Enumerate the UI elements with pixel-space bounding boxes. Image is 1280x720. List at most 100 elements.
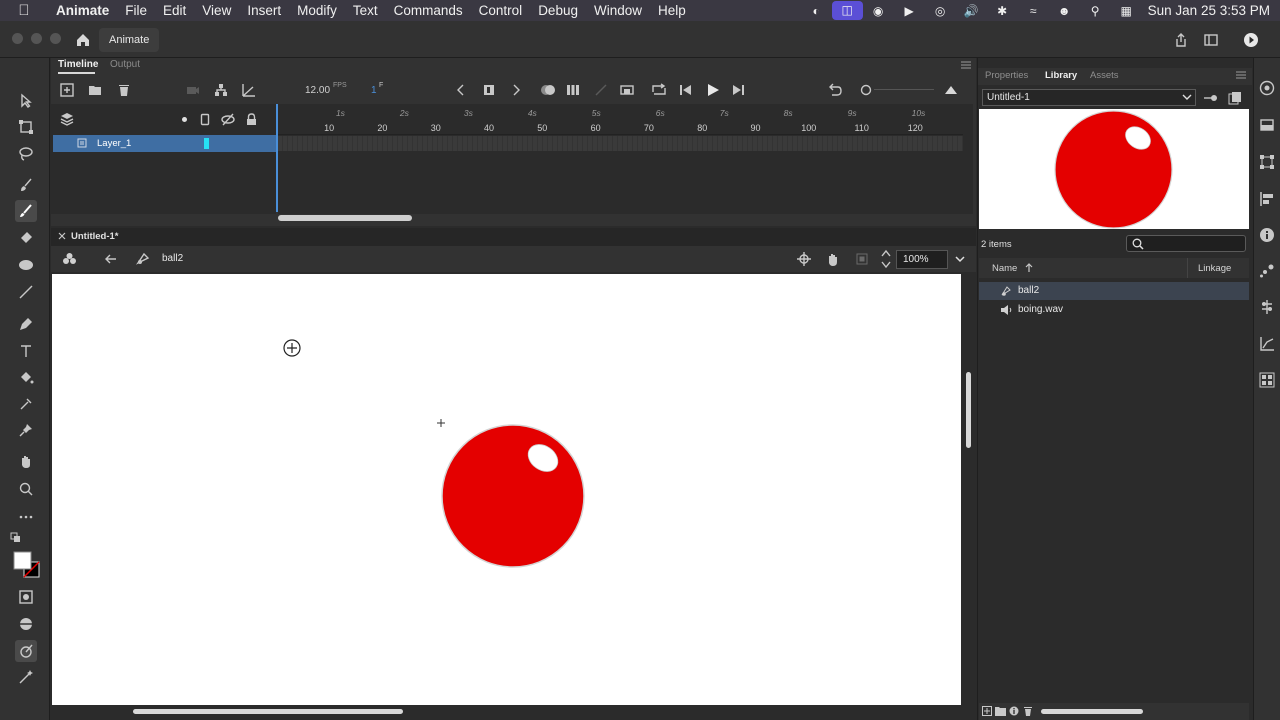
info-panel-icon[interactable]	[1258, 226, 1276, 244]
layers-stack-icon[interactable]	[60, 112, 74, 126]
new-layer-icon[interactable]	[60, 83, 74, 97]
lasso-tool-icon[interactable]	[15, 143, 37, 165]
code-snippets-icon[interactable]	[1258, 371, 1276, 389]
window-close-button[interactable]	[12, 33, 23, 44]
transform-panel-icon[interactable]	[1258, 153, 1276, 171]
back-arrow-icon[interactable]	[104, 252, 118, 266]
delete-layer-icon[interactable]	[117, 83, 131, 97]
pen-tool-icon[interactable]	[15, 313, 37, 335]
accessibility-icon[interactable]: ◐	[801, 4, 832, 18]
new-symbol-icon[interactable]	[982, 706, 992, 716]
layer-frames-row[interactable]	[278, 136, 963, 151]
user-icon[interactable]: ☻	[1049, 4, 1080, 18]
smoothing-icon[interactable]	[15, 640, 37, 662]
paint-bucket-tool-icon[interactable]	[15, 367, 37, 389]
library-document-select[interactable]: Untitled-1	[982, 89, 1196, 106]
next-keyframe-icon[interactable]	[511, 84, 521, 96]
volume-icon[interactable]: 🔊	[956, 4, 987, 18]
timeline-horizontal-scrollbar[interactable]	[278, 215, 412, 221]
play-icon[interactable]	[706, 83, 720, 97]
menu-modify[interactable]: Modify	[289, 3, 345, 18]
control-center-icon[interactable]: ▦	[1111, 4, 1142, 18]
window-zoom-button[interactable]	[50, 33, 61, 44]
layer-name[interactable]: Layer_1	[97, 135, 131, 152]
brush-library-icon[interactable]	[15, 613, 37, 635]
window-minimize-button[interactable]	[31, 33, 42, 44]
swatches-icon[interactable]	[1258, 116, 1276, 134]
library-item-ball2[interactable]: ball2	[979, 282, 1249, 300]
library-new-folder-icon[interactable]	[995, 706, 1006, 716]
library-item-boing-wav[interactable]: boing.wav	[979, 301, 1249, 319]
share-icon[interactable]	[1172, 31, 1190, 49]
ball-instance[interactable]	[441, 424, 585, 568]
workspace-layout-icon[interactable]	[1202, 31, 1220, 49]
test-movie-icon[interactable]	[1242, 31, 1260, 49]
align-panel-icon[interactable]	[1258, 190, 1276, 208]
library-horizontal-scrollbar[interactable]	[1041, 709, 1143, 714]
sort-ascending-icon[interactable]	[1025, 263, 1033, 273]
home-icon[interactable]	[74, 31, 92, 49]
pin-library-icon[interactable]	[1203, 92, 1219, 104]
object-drawing-icon[interactable]	[15, 586, 37, 608]
pin-tool-icon[interactable]	[15, 419, 37, 441]
apple-icon[interactable]: 	[0, 2, 48, 19]
lock-icon[interactable]	[246, 113, 257, 126]
menu-window[interactable]: Window	[586, 3, 650, 18]
onion-skin-icon[interactable]	[540, 83, 556, 97]
menu-insert[interactable]: Insert	[239, 3, 289, 18]
zoom-tool-icon[interactable]	[15, 478, 37, 500]
current-frame-value[interactable]: 1	[371, 85, 377, 96]
expand-timeline-icon[interactable]	[944, 84, 958, 96]
bluetooth-icon[interactable]: ✱	[987, 4, 1018, 18]
document-tab[interactable]: Animate	[99, 28, 160, 52]
eyedropper-tool-icon[interactable]	[15, 393, 37, 415]
visibility-toggle-icon[interactable]	[221, 113, 235, 126]
playback-speed-slider[interactable]	[860, 84, 872, 96]
tab-library[interactable]: Library	[1045, 70, 1077, 81]
hand-tool-icon[interactable]	[15, 451, 37, 473]
creative-cloud-icon[interactable]: ◉	[863, 4, 894, 18]
zoom-stepper-icon[interactable]	[881, 249, 891, 269]
step-back-icon[interactable]	[679, 83, 693, 97]
scene-icon[interactable]	[62, 252, 77, 266]
delete-item-icon[interactable]	[1023, 706, 1033, 716]
column-divider[interactable]	[1187, 258, 1188, 278]
motion-presets-icon[interactable]	[1258, 262, 1276, 280]
new-folder-icon[interactable]	[88, 83, 102, 97]
spotlight-search-icon[interactable]: ⚲	[1080, 4, 1111, 18]
layer-row[interactable]: Layer_1	[53, 135, 276, 152]
components-icon[interactable]	[1258, 298, 1276, 316]
text-tool-icon[interactable]	[15, 340, 37, 362]
library-search-input[interactable]	[1126, 235, 1246, 252]
free-transform-tool-icon[interactable]	[15, 116, 37, 138]
library-panel-menu-icon[interactable]	[1236, 71, 1246, 79]
menu-view[interactable]: View	[194, 3, 239, 18]
new-library-panel-icon[interactable]	[1228, 91, 1242, 105]
rotate-hand-icon[interactable]	[825, 251, 841, 267]
wifi-icon[interactable]: ≈	[1018, 4, 1049, 18]
playhead[interactable]	[276, 104, 278, 212]
menu-debug[interactable]: Debug	[530, 3, 586, 18]
play-circle-icon[interactable]: ▶	[894, 4, 925, 18]
edit-multiple-frames-icon[interactable]	[566, 83, 580, 97]
document-tab-title[interactable]: Untitled-1*	[55, 229, 125, 245]
brush-tool-icon[interactable]	[15, 200, 37, 222]
fps-value[interactable]: 12.00	[305, 85, 330, 96]
outline-mode-icon[interactable]	[200, 113, 210, 126]
menu-text[interactable]: Text	[345, 3, 386, 18]
item-properties-icon[interactable]	[1009, 706, 1019, 716]
stroke-fill-color-swatch[interactable]	[12, 550, 42, 580]
clip-content-icon[interactable]	[856, 253, 868, 265]
layer-depth-icon[interactable]	[242, 83, 256, 97]
zoom-dropdown-chevron-icon[interactable]	[955, 256, 965, 263]
menu-edit[interactable]: Edit	[155, 3, 194, 18]
menu-commands[interactable]: Commands	[386, 3, 471, 18]
paint-brush-tool-icon[interactable]	[15, 174, 37, 196]
default-colors-icon[interactable]	[10, 532, 22, 544]
line-tool-icon[interactable]	[15, 281, 37, 303]
tab-assets[interactable]: Assets	[1090, 70, 1119, 81]
screen-capture-icon[interactable]: ◫	[831, 1, 863, 20]
menu-file[interactable]: File	[117, 3, 155, 18]
frames-grid[interactable]	[278, 104, 973, 214]
motion-editor-icon[interactable]	[1258, 335, 1276, 353]
